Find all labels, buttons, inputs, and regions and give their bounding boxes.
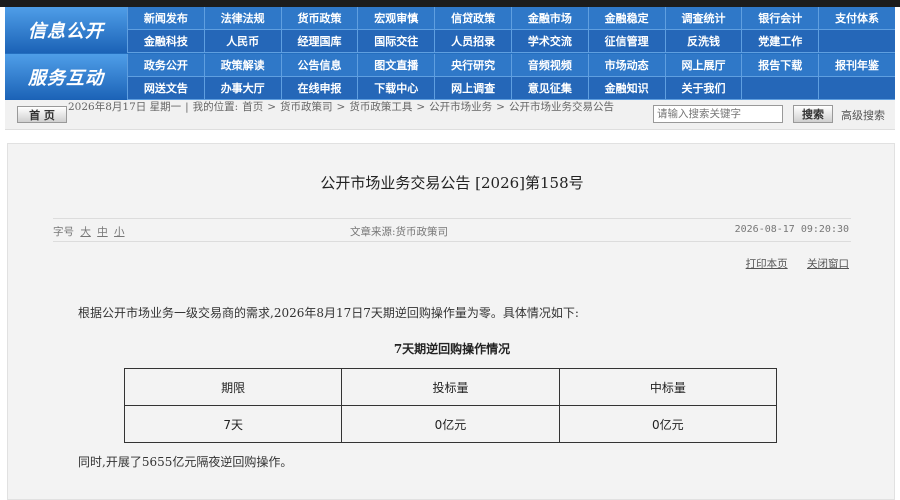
article-source: 文章来源:货币政策司: [350, 226, 449, 238]
nav-item[interactable]: 反洗钱: [664, 30, 742, 53]
breadcrumb-bar: 首 页 2026年8月17日 星期一 | 我的位置: 首页 > 货币政策司 > 货币政策工具 >…: [5, 100, 895, 130]
table-title: 7天期逆回购操作情况: [393, 342, 511, 356]
nav-row-1: 新闻发布 法律法规 货币政策 宏观审慎 信贷政策 金融市场 金融稳定 调查统计 …: [127, 7, 895, 30]
nav-row-4: 网送文告 办事大厅 在线申报 下载中心 网上调查 意见征集 金融知识 关于我们: [127, 77, 895, 100]
nav-item[interactable]: 人民币: [203, 30, 281, 53]
close-window-link[interactable]: 关闭窗口: [807, 258, 849, 270]
divider: [53, 241, 851, 242]
table-header-row: 期限 投标量 中标量: [123, 368, 778, 406]
breadcrumb-link[interactable]: 公开市场业务: [429, 101, 492, 113]
article-body: 根据公开市场业务一级交易商的需求,2026年8月17日7天期逆回购操作量为零。具…: [78, 306, 579, 320]
nav-item[interactable]: 经理国库: [280, 30, 358, 53]
table-cell: 7天: [123, 405, 343, 443]
table-cell: 0亿元: [341, 405, 560, 443]
nav-item[interactable]: 网上展厅: [664, 54, 742, 77]
nav-item[interactable]: 信贷政策: [434, 7, 511, 30]
nav-item[interactable]: 支付体系: [818, 7, 895, 30]
breadcrumb-arrow: >: [496, 101, 505, 113]
nav-item[interactable]: 金融知识: [587, 77, 665, 100]
nav-item[interactable]: 市场动态: [587, 54, 665, 77]
main-navigation: 信息公开 服务互动 新闻发布 法律法规 货币政策 宏观审慎 信贷政策 金融市场 …: [5, 7, 895, 100]
nav-item[interactable]: 党建工作: [741, 30, 819, 53]
nav-item[interactable]: 关于我们: [664, 77, 742, 100]
brand-info-disclosure[interactable]: 信息公开: [5, 7, 127, 53]
nav-item[interactable]: 在线申报: [280, 77, 358, 100]
breadcrumb-arrow: >: [416, 101, 426, 113]
font-size-small[interactable]: 小: [114, 226, 125, 238]
breadcrumb-link[interactable]: 货币政策工具: [349, 101, 412, 113]
operations-table: 期限 投标量 中标量 7天 0亿元 0亿元: [123, 368, 778, 443]
nav-item[interactable]: 央行研究: [434, 54, 511, 77]
nav-item[interactable]: 图文直播: [357, 54, 435, 77]
top-dark-bar: [0, 0, 900, 7]
nav-row-2: 金融科技 人民币 经理国库 国际交往 人员招录 学术交流 征信管理 反洗钱 党建…: [127, 30, 895, 53]
table-header-cell: 期限: [123, 368, 343, 406]
article-time: 2026-08-17 09:20:30: [734, 224, 849, 235]
nav-item-empty: [818, 77, 895, 100]
nav-item[interactable]: 音频视频: [510, 54, 588, 77]
search-input[interactable]: [653, 105, 783, 123]
nav-item[interactable]: 政务公开: [127, 54, 204, 77]
brand-service-interaction[interactable]: 服务互动: [5, 54, 127, 100]
breadcrumb-link[interactable]: 公开市场业务交易公告: [509, 101, 614, 113]
nav-item[interactable]: 宏观审慎: [357, 7, 435, 30]
search-button[interactable]: 搜索: [793, 105, 833, 123]
nav-item[interactable]: 金融稳定: [587, 7, 665, 30]
font-size-medium[interactable]: 中: [97, 226, 108, 238]
article-panel: 公开市场业务交易公告 [2026]第158号 字号 大 中 小 文章来源:货币政…: [7, 143, 895, 500]
current-date: 2026年8月17日 星期一: [68, 101, 182, 113]
article-title: 公开市场业务交易公告 [2026]第158号: [320, 174, 584, 192]
nav-item[interactable]: 政策解读: [203, 54, 281, 77]
nav-item-empty: [818, 30, 895, 53]
location-label: 我的位置:: [192, 101, 239, 113]
nav-item[interactable]: 报刊年鉴: [818, 54, 895, 77]
nav-item[interactable]: 国际交往: [357, 30, 435, 53]
print-page-link[interactable]: 打印本页: [746, 258, 788, 270]
table-cell: 0亿元: [558, 405, 778, 443]
nav-item[interactable]: 征信管理: [587, 30, 665, 53]
nav-item[interactable]: 金融科技: [127, 30, 204, 53]
table-row: 7天 0亿元 0亿元: [123, 405, 778, 443]
nav-item[interactable]: 金融市场: [510, 7, 588, 30]
home-button[interactable]: 首 页: [17, 106, 67, 123]
article-note: 同时,开展了5655亿元隔夜逆回购操作。: [78, 455, 293, 469]
divider: [53, 218, 851, 219]
nav-item[interactable]: 新闻发布: [127, 7, 204, 30]
nav-item[interactable]: 法律法规: [203, 7, 281, 30]
breadcrumb-link[interactable]: 货币政策司: [280, 101, 333, 113]
breadcrumb-arrow: >: [267, 101, 277, 113]
nav-item[interactable]: 下载中心: [357, 77, 435, 100]
nav-item[interactable]: 网送文告: [127, 77, 204, 100]
nav-item[interactable]: 办事大厅: [203, 77, 281, 100]
nav-item[interactable]: 调查统计: [664, 7, 742, 30]
breadcrumb-separator: |: [185, 101, 189, 113]
nav-item[interactable]: 网上调查: [434, 77, 511, 100]
nav-item[interactable]: 人员招录: [434, 30, 511, 53]
article-tools: 打印本页 关闭窗口: [730, 256, 849, 271]
nav-item[interactable]: 货币政策: [280, 7, 358, 30]
advanced-search-link[interactable]: 高级搜索: [841, 107, 885, 123]
nav-item[interactable]: 学术交流: [510, 30, 588, 53]
nav-item[interactable]: 银行会计: [741, 7, 819, 30]
font-size-large[interactable]: 大: [80, 226, 91, 238]
breadcrumb: 2026年8月17日 星期一 | 我的位置: 首页 > 货币政策司 > 货币政策工具 > 公开市场…: [68, 101, 654, 114]
breadcrumb-link[interactable]: 首页: [242, 101, 263, 113]
table-header-cell: 投标量: [341, 368, 560, 406]
nav-item[interactable]: 报告下载: [741, 54, 819, 77]
nav-item[interactable]: 公告信息: [280, 54, 358, 77]
nav-item[interactable]: 意见征集: [510, 77, 588, 100]
nav-item-empty: [741, 77, 819, 100]
font-size-controls: 字号 大 中 小: [53, 224, 125, 239]
breadcrumb-arrow: >: [336, 101, 346, 113]
table-header-cell: 中标量: [558, 368, 778, 406]
nav-row-3: 政务公开 政策解读 公告信息 图文直播 央行研究 音频视频 市场动态 网上展厅 …: [127, 54, 895, 77]
font-size-label: 字号: [53, 226, 74, 238]
